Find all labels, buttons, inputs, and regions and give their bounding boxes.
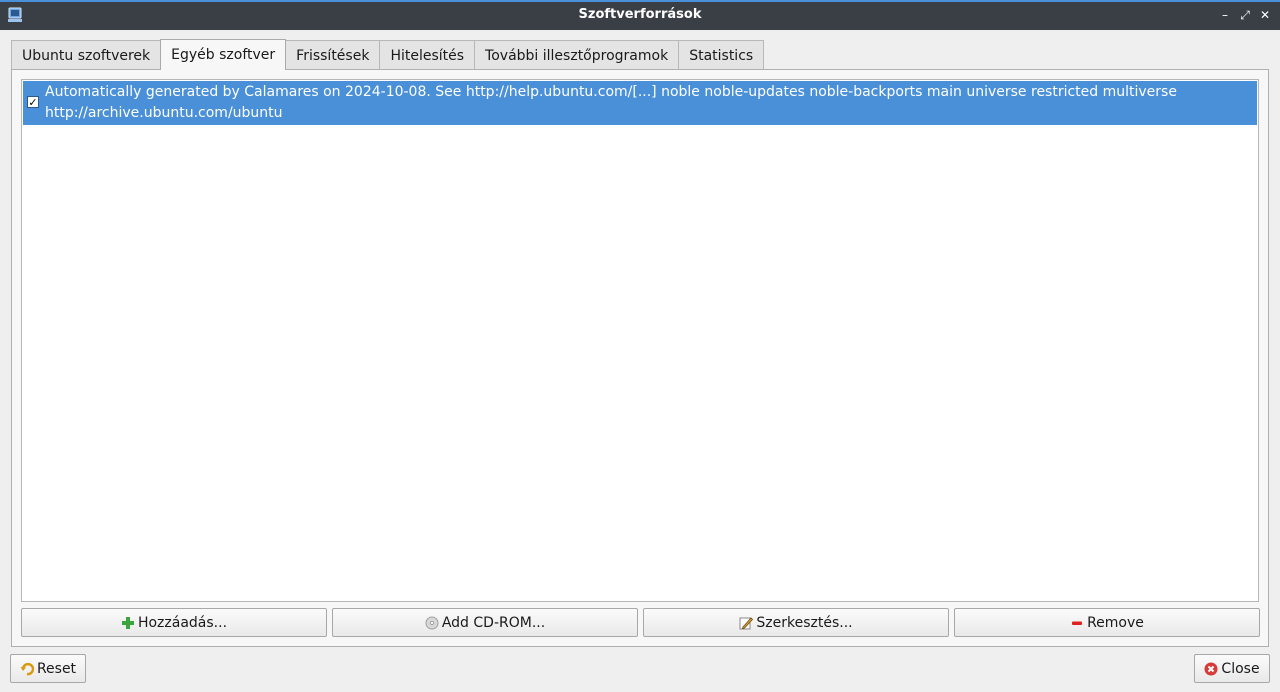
cdrom-icon — [425, 616, 439, 629]
tab-other-software[interactable]: Egyéb szoftver — [160, 39, 287, 70]
source-enabled-checkbox[interactable]: ✓ — [27, 96, 39, 108]
close-button[interactable]: Close — [1194, 654, 1270, 683]
window-close-button[interactable]: ✕ — [1256, 6, 1274, 24]
tab-updates[interactable]: Frissítések — [285, 40, 381, 70]
plus-icon — [121, 616, 134, 629]
sources-list[interactable]: ✓ Automatically generated by Calamares o… — [21, 79, 1259, 602]
tab-authentication[interactable]: Hitelesítés — [379, 40, 476, 70]
add-button[interactable]: Hozzáadás... — [21, 608, 327, 637]
close-button-label: Close — [1221, 660, 1260, 677]
source-uri: http://archive.ubuntu.com/ubuntu — [45, 105, 283, 121]
tab-ubuntu-software[interactable]: Ubuntu szoftverek — [11, 40, 162, 70]
edit-button[interactable]: Szerkesztés... — [643, 608, 949, 637]
minus-icon — [1072, 621, 1083, 625]
tab-bar: Ubuntu szoftverek Egyéb szoftver Frissít… — [11, 39, 765, 70]
reset-button-label: Reset — [36, 660, 77, 677]
add-cdrom-button-label: Add CD-ROM... — [441, 614, 546, 631]
pencil-icon — [739, 616, 754, 629]
source-description: Automatically generated by Calamares on … — [45, 84, 1177, 100]
undo-icon — [20, 662, 34, 675]
tab-additional-drivers[interactable]: További illesztőprogramok — [474, 40, 680, 70]
window-titlebar[interactable]: Szoftverforrások – ⤢ ✕ — [0, 0, 1280, 30]
add-cdrom-button[interactable]: Add CD-ROM... — [332, 608, 638, 637]
add-button-label: Hozzáadás... — [137, 614, 228, 631]
close-circle-icon — [1204, 662, 1218, 675]
remove-button-label: Remove — [1087, 614, 1144, 631]
reset-button[interactable]: Reset — [10, 654, 86, 683]
maximize-button[interactable]: ⤢ — [1236, 6, 1254, 24]
list-item[interactable]: ✓ Automatically generated by Calamares o… — [23, 81, 1257, 125]
edit-button-label: Szerkesztés... — [756, 614, 853, 631]
minimize-button[interactable]: – — [1216, 6, 1234, 24]
tab-statistics[interactable]: Statistics — [678, 40, 765, 70]
window-title: Szoftverforrások — [578, 7, 702, 22]
remove-button[interactable]: Remove — [954, 608, 1260, 637]
